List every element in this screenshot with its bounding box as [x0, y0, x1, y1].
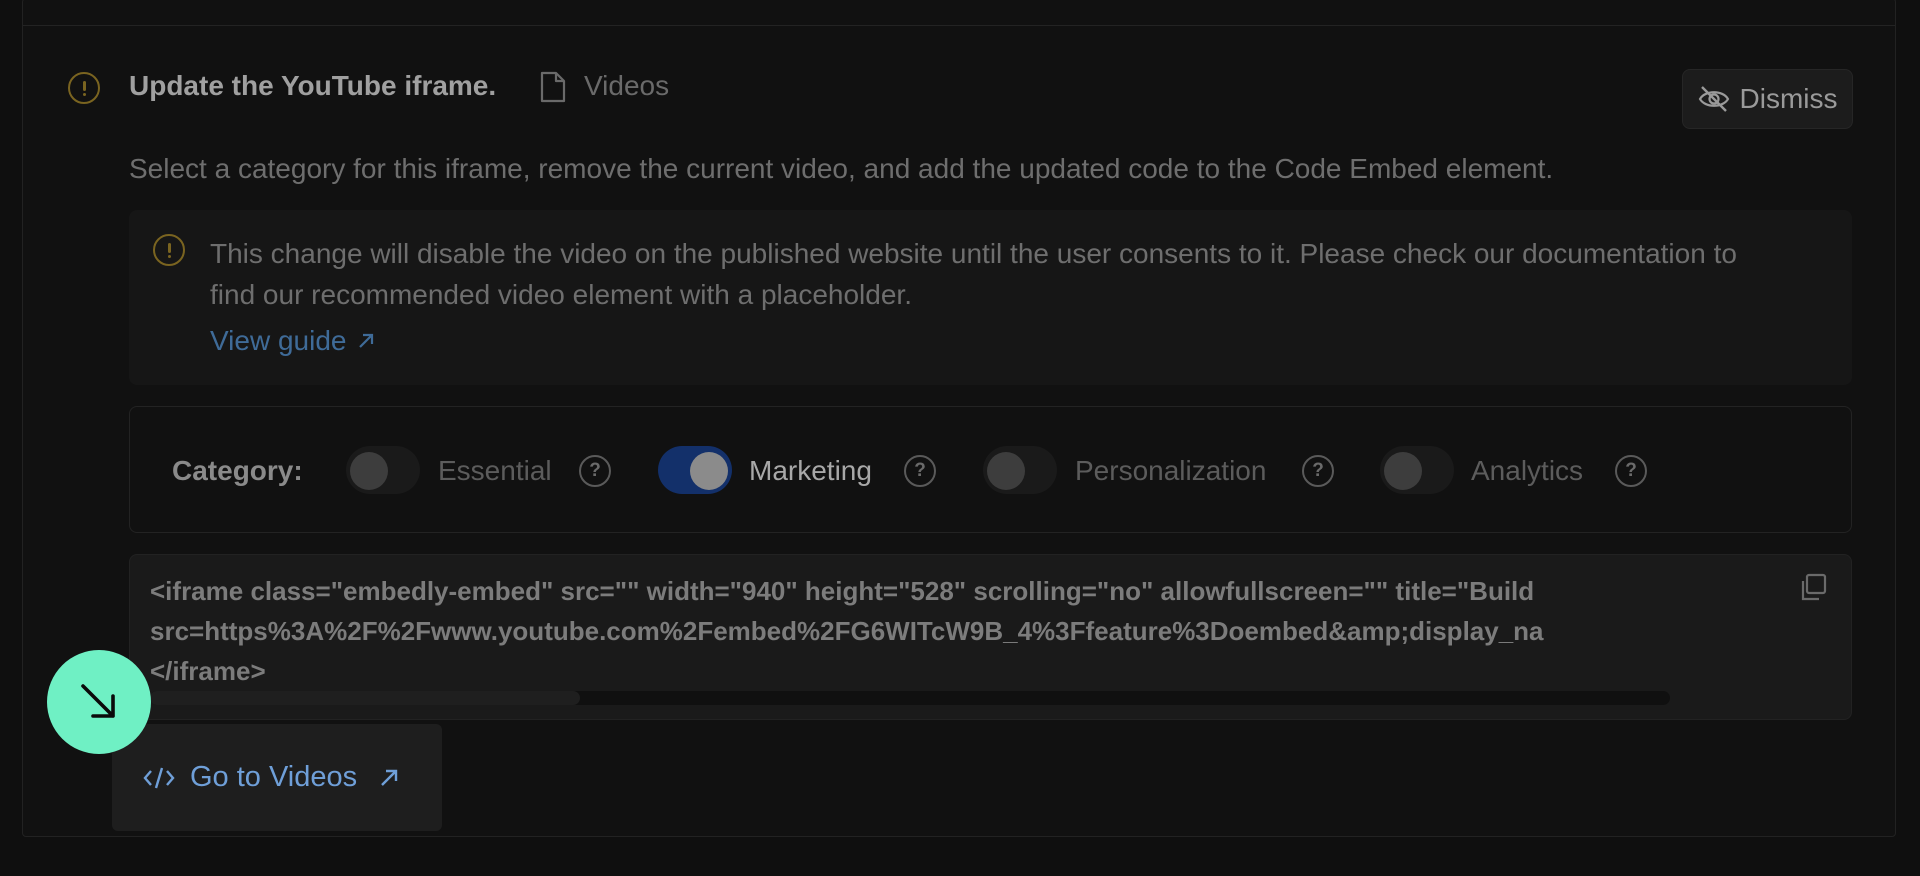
dismiss-button[interactable]: Dismiss — [1682, 69, 1853, 129]
toggle-essential[interactable] — [346, 446, 420, 494]
external-arrow-icon — [359, 333, 374, 348]
page-label: Videos — [584, 70, 670, 101]
label-marketing: Marketing — [749, 455, 872, 486]
go-to-videos-button[interactable]: Go to Videos — [112, 724, 442, 831]
code-line: <iframe class="embedly-embed" src="" wid… — [150, 576, 1535, 606]
notice-text: This change will disable the video on th… — [210, 238, 1737, 310]
view-guide-label: View guide — [210, 325, 347, 356]
issue-title: Update the YouTube iframe. — [129, 70, 497, 101]
go-to-videos-label: Go to Videos — [190, 761, 358, 793]
label-essential: Essential — [438, 455, 552, 486]
help-icon-essential[interactable]: ? — [579, 455, 611, 487]
toggle-marketing[interactable] — [658, 446, 732, 494]
toggle-analytics[interactable] — [1380, 446, 1454, 494]
toggle-personalization[interactable] — [983, 446, 1057, 494]
help-icon-marketing[interactable]: ? — [904, 455, 936, 487]
code-content[interactable]: <iframe class="embedly-embed" src="" wid… — [150, 571, 1670, 681]
issue-description: Select a category for this iframe, remov… — [129, 153, 1554, 184]
code-embed-box[interactable]: <iframe class="embedly-embed" src="" wid… — [129, 554, 1852, 720]
category-label: Category: — [172, 455, 303, 486]
code-line: </iframe> — [150, 656, 266, 681]
help-icon-personalization[interactable]: ? — [1302, 455, 1334, 487]
copy-icon[interactable] — [1798, 572, 1828, 602]
code-line: src=https%3A%2F%2Fwww.youtube.com%2Fembe… — [150, 616, 1544, 646]
scroll-down-button[interactable] — [47, 650, 151, 754]
help-icon-analytics[interactable]: ? — [1615, 455, 1647, 487]
notice-warning-icon — [153, 234, 185, 266]
code-icon — [143, 767, 175, 788]
page-icon — [540, 71, 566, 103]
dismiss-label: Dismiss — [1739, 83, 1838, 114]
eye-off-icon — [1698, 86, 1729, 112]
scrollbar-thumb[interactable] — [150, 691, 580, 705]
label-personalization: Personalization — [1075, 455, 1267, 486]
warning-icon — [68, 72, 100, 104]
divider — [23, 25, 1895, 26]
view-guide-link[interactable]: View guide — [210, 325, 376, 357]
horizontal-scrollbar[interactable] — [150, 691, 1670, 705]
arrow-down-right-icon — [81, 684, 115, 718]
external-arrow-icon — [381, 769, 398, 786]
label-analytics: Analytics — [1471, 455, 1584, 486]
